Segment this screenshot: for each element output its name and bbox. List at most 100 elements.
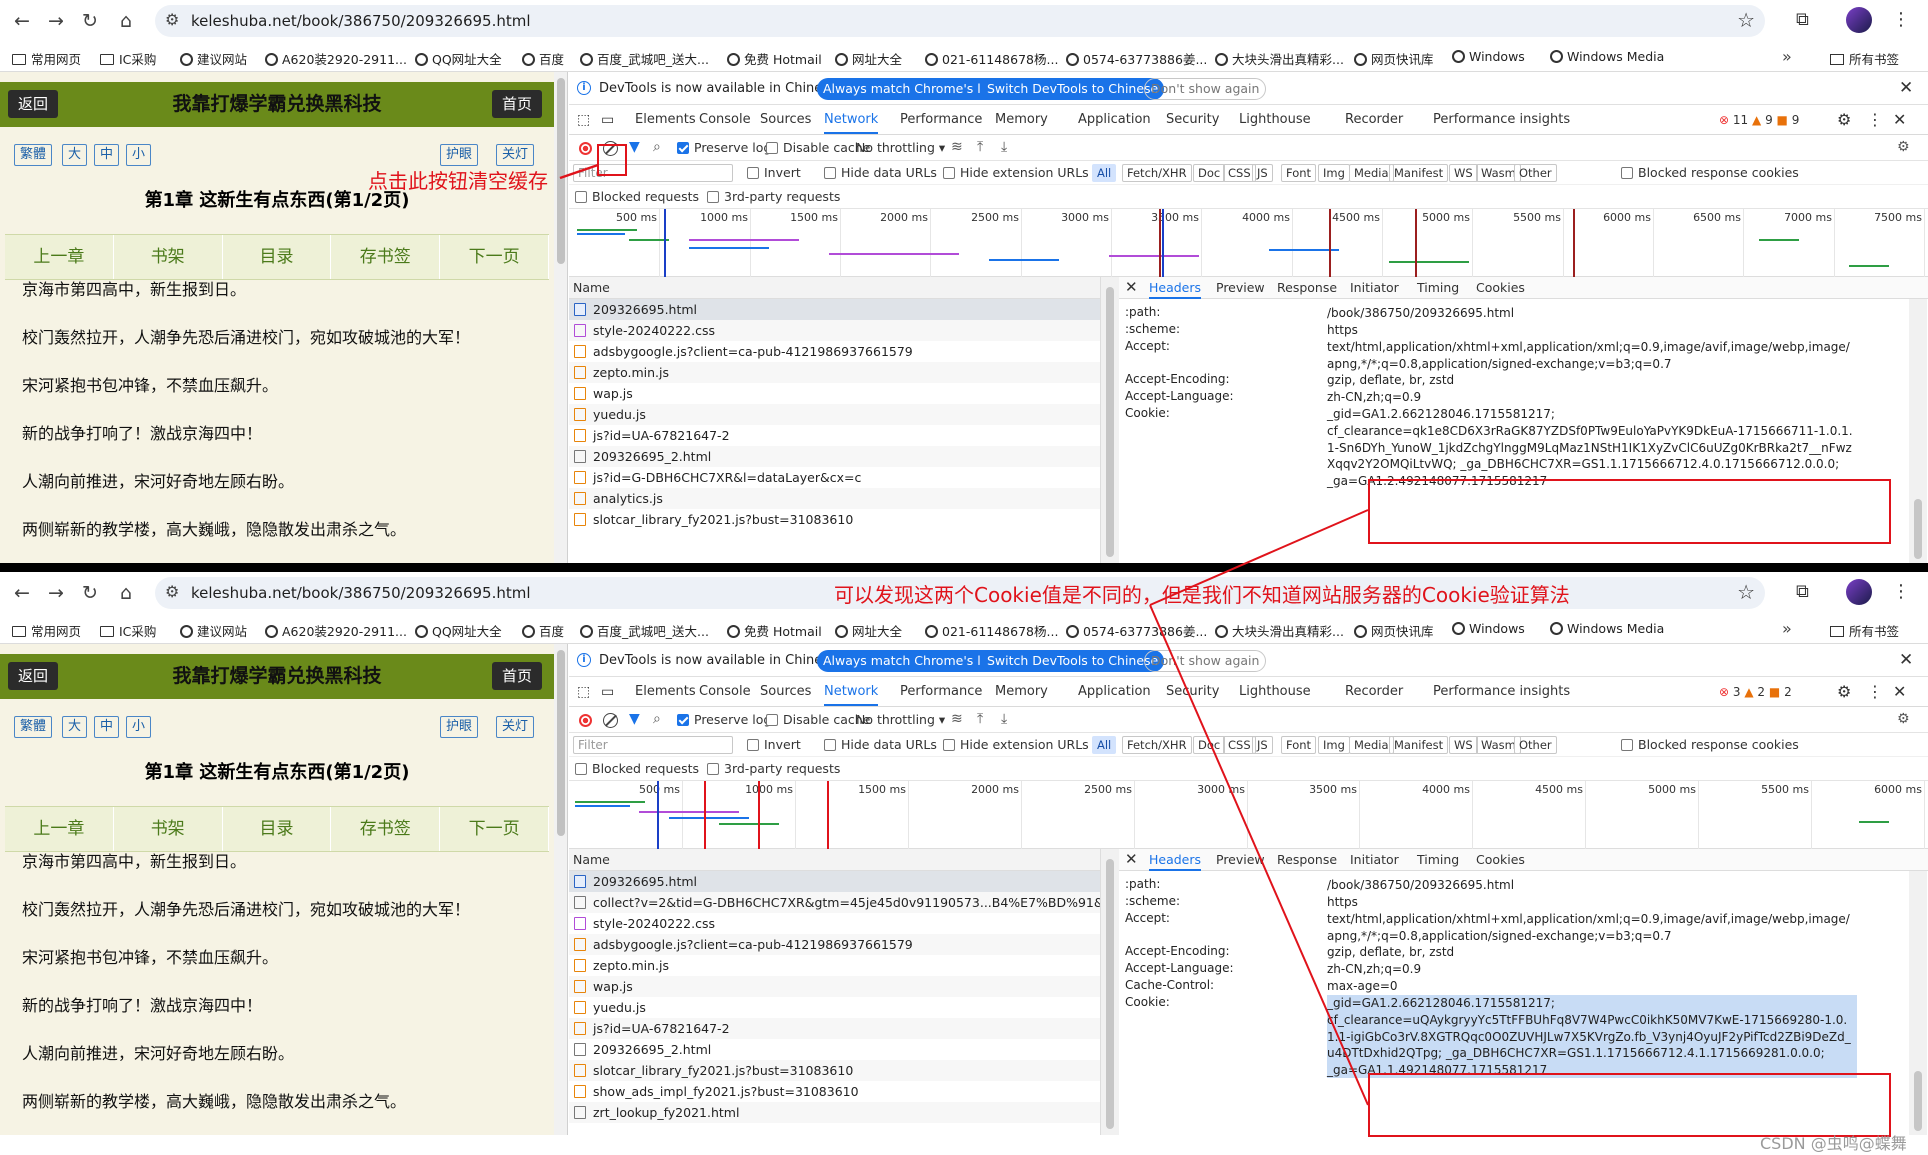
bookmark-item[interactable]: 大块头滑出真精彩...	[1215, 621, 1344, 640]
disable-cache-checkbox[interactable]: Disable cache	[766, 140, 870, 155]
devtools-menu-icon[interactable]: ⋮	[1867, 682, 1883, 701]
page-scrollbar[interactable]	[554, 644, 568, 1135]
network-timeline[interactable]: 500 ms 1000 ms 1500 ms 2000 ms 2500 ms 3000 m…	[569, 781, 1928, 849]
dont-show-again-button[interactable]: Don't show again	[1144, 78, 1267, 100]
tab-security[interactable]: Security	[1166, 112, 1219, 127]
type-chip-js[interactable]: JS	[1252, 736, 1273, 754]
tab-headers[interactable]: Headers	[1149, 280, 1202, 299]
network-conditions-icon[interactable]: ≋	[951, 711, 963, 727]
blocked-cookies-checkbox[interactable]: Blocked response cookies	[1621, 165, 1799, 180]
tab-performance[interactable]: Performance	[900, 112, 982, 127]
bookmark-item[interactable]: QQ网址大全	[415, 49, 502, 68]
header-value[interactable]: zh-CN,zh;q=0.9	[1327, 961, 1857, 978]
table-row[interactable]: wap.js	[569, 383, 1100, 404]
font-small-button[interactable]: 小	[126, 144, 152, 166]
table-row[interactable]: zepto.min.js	[569, 955, 1100, 976]
address-bar[interactable]: ⚙ keleshuba.net/book/386750/209326695.ht…	[155, 5, 1765, 37]
disable-cache-check[interactable]	[766, 714, 778, 726]
network-settings-icon[interactable]: ⚙	[1897, 711, 1910, 727]
all-bookmarks[interactable]: 所有书签	[1830, 621, 1899, 640]
bookmarks-more-icon[interactable]: »	[1782, 619, 1792, 638]
header-value[interactable]: /book/386750/209326695.html	[1327, 305, 1857, 322]
bookmark-item[interactable]: QQ网址大全	[415, 621, 502, 640]
tab-elements[interactable]: Elements	[635, 684, 696, 699]
blocked-cookies-check[interactable]	[1621, 167, 1633, 179]
header-value[interactable]: zh-CN,zh;q=0.9	[1327, 389, 1857, 406]
tab-security[interactable]: Security	[1166, 684, 1219, 699]
type-chip-img[interactable]: Img	[1318, 736, 1350, 754]
bookmark-item[interactable]: A620装2920-2911...	[265, 621, 407, 640]
type-chip-ws[interactable]: WS	[1449, 736, 1478, 754]
bookshelf-link[interactable]: 书架	[114, 807, 223, 851]
table-row[interactable]: js?id=UA-67821647-2	[569, 1018, 1100, 1039]
avatar[interactable]	[1846, 7, 1872, 33]
clear-icon[interactable]	[603, 713, 618, 728]
table-row[interactable]: slotcar_library_fy2021.js?bust=31083610	[569, 509, 1100, 530]
reload-icon[interactable]: ↻	[78, 9, 102, 33]
console-badges[interactable]: ⊗ 11 ▲ 9 ■ 9	[1719, 113, 1799, 127]
hide-data-urls-checkbox[interactable]: Hide data URLs	[824, 737, 937, 752]
tab-lighthouse[interactable]: Lighthouse	[1239, 684, 1311, 699]
tab-lighthouse[interactable]: Lighthouse	[1239, 112, 1311, 127]
type-chip-js[interactable]: JS	[1252, 164, 1273, 182]
tab-response[interactable]: Response	[1277, 280, 1337, 295]
extensions-icon[interactable]: ⧉	[1796, 581, 1809, 602]
tab-network[interactable]: Network	[824, 684, 879, 706]
header-value[interactable]: max-age=0	[1327, 978, 1857, 995]
type-chip-all[interactable]: All	[1092, 164, 1117, 182]
name-column-header[interactable]: Name	[569, 849, 1100, 871]
site-info-icon[interactable]: ⚙	[165, 10, 179, 29]
filter-input[interactable]: Filter	[573, 736, 733, 754]
bookmark-item[interactable]: 021-61148678杨...	[925, 621, 1058, 640]
tab-memory[interactable]: Memory	[995, 684, 1048, 699]
back-arrow-icon[interactable]: ←	[10, 9, 34, 33]
header-value[interactable]: _gid=GA1.2.662128046.1715581217;	[1327, 995, 1857, 1012]
tab-response[interactable]: Response	[1277, 852, 1337, 867]
preserve-log-check[interactable]	[677, 142, 689, 154]
tab-elements[interactable]: Elements	[635, 112, 696, 127]
details-scroll-thumb[interactable]	[1914, 1071, 1922, 1131]
bookmark-item[interactable]: Windows Media	[1550, 49, 1664, 64]
dont-show-again-button[interactable]: Don't show again	[1144, 650, 1267, 672]
close-icon[interactable]: ✕	[1899, 78, 1913, 98]
bookmark-item[interactable]: 网页快讯库	[1354, 49, 1434, 68]
network-timeline[interactable]: 500 ms 1000 ms 1500 ms 2000 ms 2500 ms 3000 m…	[569, 209, 1928, 277]
reload-icon[interactable]: ↻	[78, 581, 102, 605]
details-scroll-thumb[interactable]	[1914, 499, 1922, 559]
bookmark-item[interactable]: 网页快讯库	[1354, 621, 1434, 640]
more-menu-icon[interactable]: ⋮	[1892, 581, 1910, 602]
table-row[interactable]: slotcar_library_fy2021.js?bust=31083610	[569, 1060, 1100, 1081]
tab-sources[interactable]: Sources	[760, 684, 811, 699]
import-har-icon[interactable]: ⤒	[977, 711, 983, 727]
record-icon[interactable]	[579, 714, 592, 727]
bookmark-item[interactable]: 大块头滑出真精彩...	[1215, 49, 1344, 68]
font-large-button[interactable]: 大	[62, 716, 88, 738]
tab-sources[interactable]: Sources	[760, 112, 811, 127]
type-chip-font[interactable]: Font	[1281, 164, 1317, 182]
table-row[interactable]: collect?v=2&tid=G-DBH6CHC7XR&gtm=45je45d…	[569, 892, 1100, 913]
blocked-cookies-checkbox[interactable]: Blocked response cookies	[1621, 737, 1799, 752]
font-large-button[interactable]: 大	[62, 144, 88, 166]
forward-arrow-icon[interactable]: →	[44, 581, 68, 605]
font-medium-button[interactable]: 中	[94, 144, 120, 166]
device-toolbar-icon[interactable]: ▭	[601, 684, 614, 700]
traditional-chinese-button[interactable]: 繁體	[14, 144, 53, 166]
tab-timing[interactable]: Timing	[1417, 852, 1459, 867]
bookmark-star-icon[interactable]: ☆	[1737, 8, 1755, 32]
tab-performance-insights[interactable]: Performance insights	[1433, 684, 1570, 699]
header-value[interactable]: cf_clearance=uQAykgryyYc5TtFFBUhFq8V7W4P…	[1327, 1012, 1857, 1062]
type-chip-manifest[interactable]: Manifest	[1389, 164, 1449, 182]
table-row[interactable]: js?id=UA-67821647-2	[569, 425, 1100, 446]
bookmark-item[interactable]: 百度	[522, 49, 564, 68]
back-button[interactable]: 返回	[8, 90, 59, 118]
blocked-cookies-check[interactable]	[1621, 739, 1633, 751]
type-chip-all[interactable]: All	[1092, 736, 1117, 754]
eye-care-button[interactable]: 护眼	[440, 716, 479, 738]
type-chip-manifest[interactable]: Manifest	[1389, 736, 1449, 754]
hide-ext-urls-checkbox[interactable]: Hide extension URLs	[943, 165, 1089, 180]
bookmark-item[interactable]: 百度	[522, 621, 564, 640]
bookmark-item[interactable]: A620装2920-2911...	[265, 49, 407, 68]
blocked-requests-check[interactable]	[575, 191, 587, 203]
prev-chapter-link[interactable]: 上一章	[5, 235, 114, 279]
third-party-check[interactable]	[707, 191, 719, 203]
